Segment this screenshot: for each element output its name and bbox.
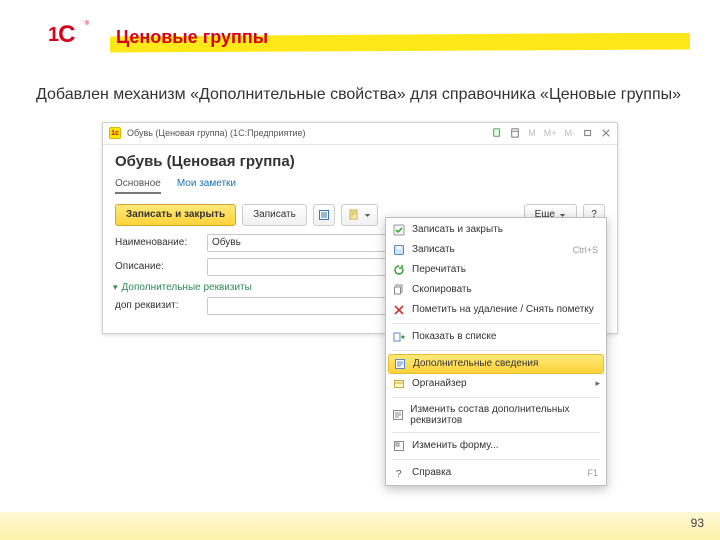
menu-save[interactable]: Записать Ctrl+S <box>386 240 606 260</box>
menu-label: Органайзер <box>412 378 598 389</box>
menu-separator <box>392 397 600 398</box>
chevron-down-icon <box>364 211 371 218</box>
tab-notes[interactable]: Мои заметки <box>177 178 236 194</box>
change-attrs-icon <box>392 408 404 422</box>
menu-save-close[interactable]: Записать и закрыть <box>386 220 606 240</box>
menu-separator <box>392 459 600 460</box>
menu-label: Записать <box>412 244 561 255</box>
close-icon[interactable] <box>599 126 613 140</box>
save-close-icon <box>392 223 406 237</box>
lead-paragraph: Добавлен механизм «Дополнительные свойст… <box>36 84 684 106</box>
menu-help[interactable]: ? Справка F1 <box>386 463 606 483</box>
chevron-down-icon: ▾ <box>113 282 118 293</box>
menu-additional-info[interactable]: Дополнительные сведения <box>388 354 604 374</box>
window-titlebar: 1c Обувь (Ценовая группа) (1С:Предприяти… <box>103 123 617 145</box>
save-icon <box>392 243 406 257</box>
group-label: Дополнительные реквизиты <box>122 282 252 293</box>
change-form-icon <box>392 439 406 453</box>
delete-mark-icon <box>392 303 406 317</box>
menu-separator <box>392 323 600 324</box>
copy-icon <box>392 283 406 297</box>
memory-mplus[interactable]: M+ <box>542 128 559 138</box>
more-menu: Записать и закрыть Записать Ctrl+S Переч… <box>385 217 607 486</box>
menu-label: Изменить форму... <box>412 440 598 451</box>
name-label: Наименование: <box>115 237 201 248</box>
logo-1c: 1C ® <box>48 21 88 53</box>
menu-label: Дополнительные сведения <box>413 358 597 369</box>
menu-change-form[interactable]: Изменить форму... <box>386 436 606 456</box>
form-title: Обувь (Ценовая группа) <box>103 145 617 178</box>
menu-copy[interactable]: Скопировать <box>386 280 606 300</box>
menu-organizer[interactable]: Органайзер ▸ <box>386 374 606 394</box>
submenu-arrow-icon: ▸ <box>595 378 600 389</box>
help-icon: ? <box>392 466 406 480</box>
menu-label: Показать в списке <box>412 331 598 342</box>
menu-accel: Ctrl+S <box>573 245 598 255</box>
desc-label: Описание: <box>115 261 201 272</box>
attach-button[interactable] <box>341 204 378 226</box>
app-icon: 1c <box>109 127 121 139</box>
menu-label: Справка <box>412 467 575 478</box>
menu-separator <box>392 432 600 433</box>
menu-label: Скопировать <box>412 284 598 295</box>
menu-show-in-list[interactable]: Показать в списке <box>386 327 606 347</box>
slide-header: 1C ® Ценовые группы <box>0 0 720 56</box>
slide-title: Ценовые группы <box>116 27 268 48</box>
menu-separator <box>392 350 600 351</box>
slide-body: Добавлен механизм «Дополнительные свойст… <box>0 56 720 334</box>
menu-label: Записать и закрыть <box>412 224 598 235</box>
menu-change-additional-attrs[interactable]: Изменить состав дополнительных реквизито… <box>386 401 606 429</box>
additional-info-icon <box>393 357 407 371</box>
new-doc-icon[interactable] <box>490 126 504 140</box>
svg-text:?: ? <box>396 469 402 479</box>
memory-m[interactable]: M <box>526 128 538 138</box>
window-title: Обувь (Ценовая группа) (1С:Предприятие) <box>127 128 484 138</box>
window-restore-icon[interactable] <box>581 126 595 140</box>
menu-accel: F1 <box>587 468 598 478</box>
menu-label: Изменить состав дополнительных реквизито… <box>410 404 598 426</box>
menu-label: Пометить на удаление / Снять пометку <box>412 304 598 315</box>
slide-footer <box>0 512 720 540</box>
extra-label: доп реквизит: <box>115 300 201 311</box>
refresh-icon <box>392 263 406 277</box>
menu-mark-delete[interactable]: Пометить на удаление / Снять пометку <box>386 300 606 320</box>
open-list-button[interactable] <box>313 204 335 226</box>
page-number: 93 <box>691 516 704 530</box>
memory-mminus[interactable]: M- <box>563 128 578 138</box>
save-close-button[interactable]: Записать и закрыть <box>115 204 236 226</box>
save-button[interactable]: Записать <box>242 204 307 226</box>
menu-label: Перечитать <box>412 264 598 275</box>
tabs: Основное Мои заметки <box>103 178 617 200</box>
app-window: 1c Обувь (Ценовая группа) (1С:Предприяти… <box>102 122 618 334</box>
menu-reread[interactable]: Перечитать <box>386 260 606 280</box>
tab-main[interactable]: Основное <box>115 178 161 194</box>
calc-icon[interactable] <box>508 126 522 140</box>
list-arrow-icon <box>392 330 406 344</box>
organizer-icon <box>392 377 406 391</box>
